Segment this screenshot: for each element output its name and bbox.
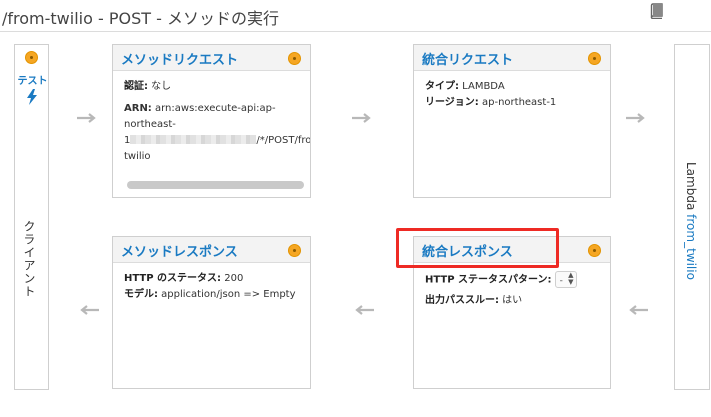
book-icon[interactable] bbox=[650, 3, 664, 19]
integration-response-header: 統合レスポンス bbox=[414, 237, 610, 263]
passthrough-value: はい bbox=[499, 294, 523, 306]
lambda-function-link[interactable]: from_twilio bbox=[684, 214, 698, 280]
status-dot-icon bbox=[588, 52, 601, 65]
lambda-panel: Lambda from_twilio bbox=[674, 44, 710, 390]
method-request-header: メソッドリクエスト bbox=[113, 45, 310, 71]
method-response-header: メソッドレスポンス bbox=[113, 237, 310, 263]
page-title: /from-twilio - POST - メソッドの実行 bbox=[2, 9, 279, 28]
integration-request-link[interactable]: 統合リクエスト bbox=[422, 49, 513, 68]
auth-label: 認証: bbox=[124, 81, 148, 92]
stepper-arrows-icon: ▲ ▼ bbox=[568, 271, 574, 286]
method-request-body: 認証: なし ARN: arn:aws:execute-api:ap- nort… bbox=[124, 79, 310, 165]
lambda-prefix: Lambda bbox=[684, 162, 698, 215]
method-request-link[interactable]: メソッドリクエスト bbox=[121, 49, 238, 68]
region-label: リージョン: bbox=[425, 97, 479, 108]
auth-value: なし bbox=[148, 81, 172, 92]
integration-response-body: HTTP ステータスパターン: - ▲ ▼ 出力パススルー: はい bbox=[425, 271, 606, 309]
integration-response-box: 統合レスポンス HTTP ステータスパターン: - ▲ ▼ 出力パススルー: はい bbox=[413, 236, 611, 389]
lightning-bolt-icon[interactable] bbox=[25, 89, 39, 105]
http-status-label: HTTP のステータス: bbox=[124, 273, 222, 284]
integration-request-body: タイプ: LAMBDA リージョン: ap-northeast-1 bbox=[425, 79, 606, 111]
method-response-link[interactable]: メソッドレスポンス bbox=[121, 241, 238, 260]
arn-value: arn:aws:execute-api:ap- bbox=[151, 103, 276, 114]
status-pattern-row: HTTP ステータスパターン: - ▲ ▼ bbox=[425, 271, 606, 289]
status-pattern-stepper[interactable]: - ▲ ▼ bbox=[554, 271, 577, 288]
status-pattern-value: - bbox=[559, 276, 563, 286]
client-panel: テスト クライアント bbox=[14, 44, 49, 390]
arrow-left-icon bbox=[355, 305, 374, 315]
region-value: ap-northeast-1 bbox=[478, 97, 557, 108]
arn-row: ARN: arn:aws:execute-api:ap- bbox=[124, 101, 306, 117]
arn-line-3: 1/*/POST/from bbox=[124, 133, 310, 149]
type-label: タイプ: bbox=[425, 81, 459, 92]
arn-line-2: northeast- bbox=[124, 119, 176, 130]
type-row: タイプ: LAMBDA bbox=[425, 79, 606, 95]
integration-request-header: 統合リクエスト bbox=[414, 45, 610, 71]
arrow-right-icon bbox=[77, 113, 96, 123]
arrow-left-icon bbox=[629, 305, 648, 315]
status-dot-icon bbox=[288, 52, 301, 65]
status-dot-icon bbox=[25, 51, 38, 64]
arn-line-3-suffix: /*/POST/from bbox=[256, 135, 311, 146]
arrow-left-icon bbox=[80, 305, 99, 315]
status-pattern-label: HTTP ステータスパターン: bbox=[425, 274, 552, 286]
region-row: リージョン: ap-northeast-1 bbox=[425, 95, 606, 111]
auth-row: 認証: なし bbox=[124, 79, 306, 95]
title-bar: /from-twilio - POST - メソッドの実行 bbox=[0, 0, 711, 32]
arn-line-4: twilio bbox=[124, 151, 151, 162]
model-value: application/json => Empty bbox=[158, 289, 296, 300]
status-dot-icon bbox=[588, 244, 601, 257]
passthrough-row: 出力パススルー: はい bbox=[425, 293, 606, 309]
model-label: モデル: bbox=[124, 289, 158, 300]
lambda-label: Lambda from_twilio bbox=[684, 162, 698, 280]
model-row: モデル: application/json => Empty bbox=[124, 287, 306, 303]
method-response-box: メソッドレスポンス HTTP のステータス: 200 モデル: applicat… bbox=[112, 236, 311, 389]
http-status-row: HTTP のステータス: 200 bbox=[124, 271, 306, 287]
test-link[interactable]: テスト bbox=[16, 72, 49, 87]
arn-label: ARN: bbox=[124, 103, 152, 114]
arrow-right-icon bbox=[352, 113, 371, 123]
arrow-right-icon bbox=[626, 113, 645, 123]
integration-response-link[interactable]: 統合レスポンス bbox=[422, 241, 513, 260]
integration-request-box: 統合リクエスト タイプ: LAMBDA リージョン: ap-northeast-… bbox=[413, 44, 611, 198]
redacted-account-id bbox=[130, 135, 257, 144]
passthrough-label: 出力パススルー: bbox=[425, 294, 499, 306]
method-request-box: メソッドリクエスト 認証: なし ARN: arn:aws:execute-ap… bbox=[112, 44, 311, 198]
http-status-value: 200 bbox=[221, 273, 244, 284]
method-response-body: HTTP のステータス: 200 モデル: application/json =… bbox=[124, 271, 306, 303]
status-dot-icon bbox=[288, 244, 301, 257]
type-value: LAMBDA bbox=[459, 81, 505, 92]
client-label: クライアント bbox=[22, 220, 36, 298]
horizontal-scrollbar[interactable] bbox=[127, 181, 304, 189]
